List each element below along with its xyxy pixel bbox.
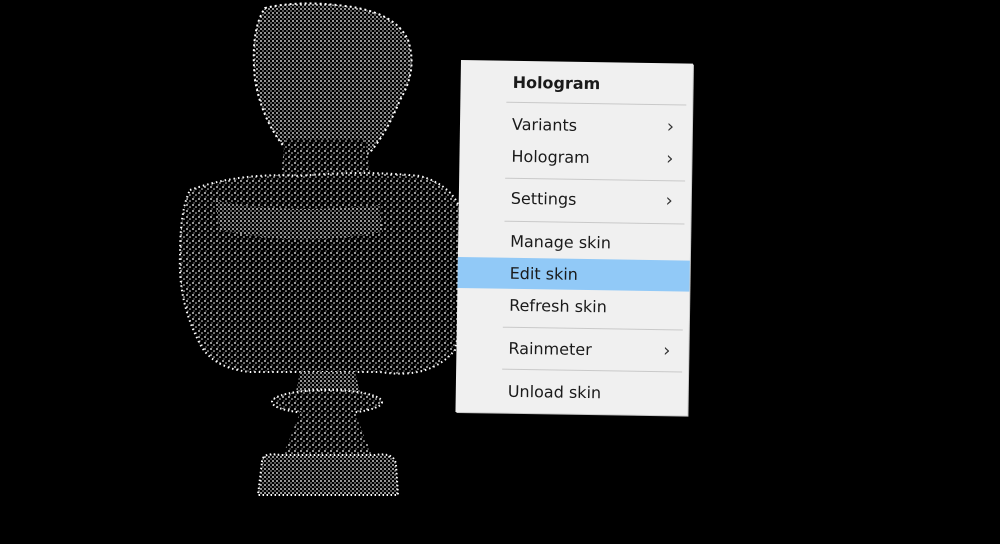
menu-item-label: Hologram	[511, 146, 590, 168]
menu-title[interactable]: Hologram	[460, 66, 692, 101]
chevron-right-icon: ›	[665, 190, 673, 212]
menu-title-label: Hologram	[512, 72, 601, 94]
menu-item-label: Variants	[511, 114, 578, 135]
chevron-right-icon: ›	[663, 340, 671, 362]
menu-separator	[502, 368, 683, 373]
chevron-right-icon: ›	[666, 116, 675, 138]
menu-item-rainmeter[interactable]: Rainmeter ›	[456, 332, 688, 367]
menu-item-label: Refresh skin	[509, 295, 607, 317]
menu-item-hologram[interactable]: Hologram ›	[459, 140, 691, 175]
menu-item-label: Unload skin	[507, 381, 602, 403]
menu-item-label: Manage skin	[510, 231, 612, 253]
menu-separator	[506, 101, 687, 106]
menu-separator	[504, 220, 685, 225]
menu-separator	[505, 177, 686, 182]
menu-separator	[502, 326, 683, 331]
menu-item-variants[interactable]: Variants ›	[460, 108, 692, 143]
menu-item-label: Rainmeter	[508, 338, 592, 360]
menu-item-label: Edit skin	[509, 263, 579, 284]
desktop: Hologram Variants › Hologram › Settings …	[0, 0, 1000, 544]
menu-item-unload-skin[interactable]: Unload skin	[456, 375, 688, 410]
chevron-right-icon: ›	[666, 148, 674, 170]
context-menu: Hologram Variants › Hologram › Settings …	[455, 60, 693, 416]
menu-item-edit-skin[interactable]: Edit skin	[457, 256, 690, 292]
menu-item-refresh-skin[interactable]: Refresh skin	[457, 289, 689, 324]
menu-item-settings[interactable]: Settings ›	[459, 182, 691, 217]
menu-item-label: Settings	[510, 188, 577, 209]
menu-item-manage-skin[interactable]: Manage skin	[458, 225, 690, 260]
